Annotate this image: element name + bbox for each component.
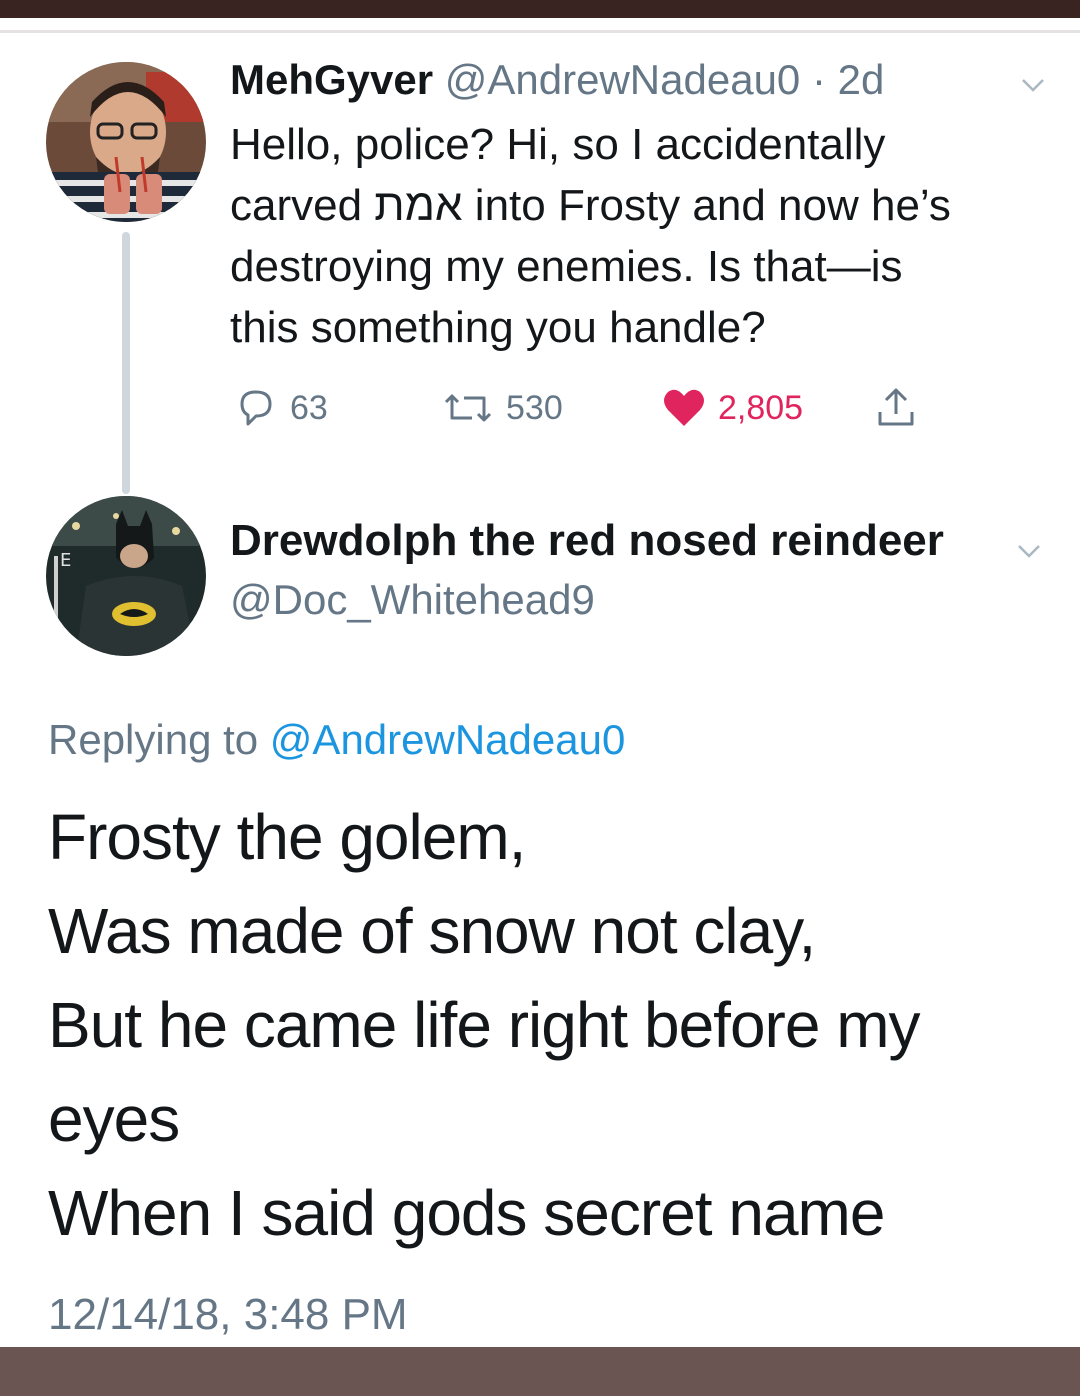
reply-icon: [240, 390, 272, 426]
replying-to-line: Replying to @AndrewNadeau0: [48, 716, 625, 764]
tweet-age[interactable]: · 2d: [812, 56, 884, 103]
replying-to-label: Replying to: [48, 716, 259, 763]
share-icon: [878, 388, 914, 426]
chevron-down-icon[interactable]: [1016, 538, 1042, 564]
reply-text-line: Frosty the golem,: [48, 801, 526, 873]
share-button[interactable]: [872, 382, 930, 434]
top-bar: [0, 0, 1080, 18]
bottom-bar: [0, 1347, 1080, 1396]
top-divider: [0, 18, 1080, 33]
reply-text: Frosty the golem, Was made of snow not c…: [48, 790, 1048, 1260]
tweet-header: MehGyver @AndrewNadeau0 · 2d: [230, 56, 884, 104]
tweet-timestamp[interactable]: 12/14/18, 3:48 PM: [48, 1290, 408, 1340]
retweet-icon: [444, 394, 492, 422]
reply-text-line: But he came life right before my: [48, 989, 921, 1061]
tweet-text-line: carved אמת into Frosty and now he’s: [230, 181, 951, 230]
heart-icon: [664, 389, 704, 426]
svg-text:E: E: [60, 550, 71, 571]
user-handle[interactable]: @Doc_Whitehead9: [230, 576, 595, 624]
reply-button[interactable]: 63: [232, 382, 328, 434]
reply-text-line: When I said gods secret name: [48, 1177, 885, 1249]
reply-text-line: Was made of snow not clay,: [48, 895, 816, 967]
like-count: 2,805: [718, 388, 804, 427]
tweet-text: Hello, police? Hi, so I accidentally car…: [230, 114, 1030, 358]
display-name[interactable]: Drewdolph the red nosed reindeer: [230, 516, 944, 566]
retweet-count: 530: [506, 388, 563, 427]
thread-connector-line: [122, 232, 130, 494]
reply-text-line: eyes: [48, 1083, 180, 1155]
avatar-doc-whitehead[interactable]: E: [46, 496, 206, 656]
replying-to-link[interactable]: @AndrewNadeau0: [270, 716, 626, 763]
tweet-text-line: destroying my enemies. Is that—is: [230, 242, 903, 291]
tweet-text-line: this something you handle?: [230, 303, 766, 352]
user-handle[interactable]: @AndrewNadeau0: [445, 56, 801, 103]
retweet-button[interactable]: 530: [440, 382, 563, 434]
tweet-text-line: Hello, police? Hi, so I accidentally: [230, 120, 886, 169]
chevron-down-icon[interactable]: [1020, 72, 1046, 98]
reply-count: 63: [290, 388, 328, 427]
avatar-mehgyver[interactable]: [46, 62, 206, 222]
like-button[interactable]: 2,805: [660, 382, 803, 434]
display-name[interactable]: MehGyver: [230, 56, 433, 103]
